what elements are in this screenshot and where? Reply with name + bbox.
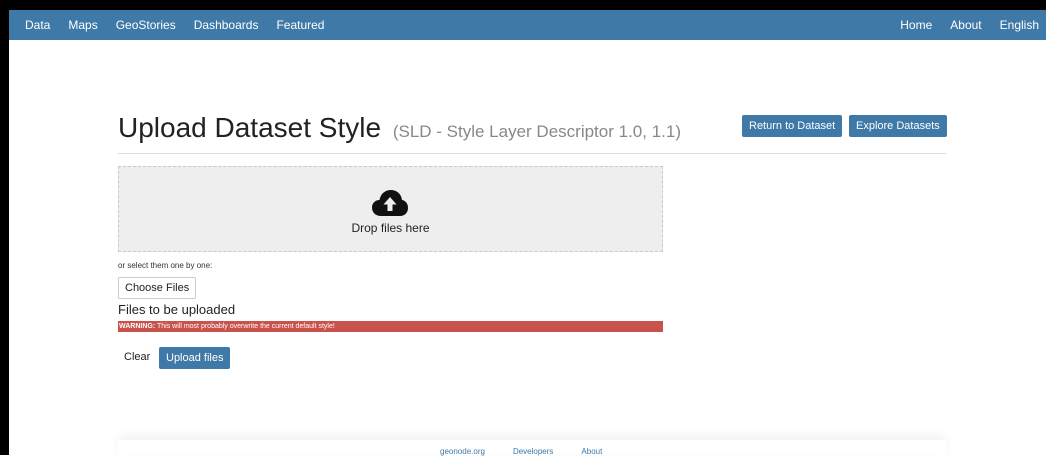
nav-left-group: Data Maps GeoStories Dashboards Featured: [9, 10, 333, 40]
window-frame-top: [0, 0, 1046, 10]
return-to-dataset-button[interactable]: Return to Dataset: [742, 115, 843, 137]
warning-message: This will most probably overwrite the cu…: [157, 323, 335, 330]
nav-item-home[interactable]: Home: [891, 10, 941, 40]
language-selector[interactable]: English: [991, 10, 1046, 40]
overwrite-warning: WARNING: This will most probably overwri…: [118, 321, 663, 332]
nav-item-geostories[interactable]: GeoStories: [107, 10, 185, 40]
nav-item-maps[interactable]: Maps: [59, 10, 106, 40]
file-dropzone[interactable]: Drop files here: [118, 166, 663, 252]
upload-files-button[interactable]: Upload files: [159, 347, 231, 369]
nav-right-group: Home About English: [891, 10, 1046, 40]
nav-item-about[interactable]: About: [941, 10, 990, 40]
nav-item-dashboards[interactable]: Dashboards: [185, 10, 268, 40]
window-frame-left: [0, 0, 9, 455]
top-navbar: Data Maps GeoStories Dashboards Featured…: [9, 10, 1046, 40]
select-files-hint: or select them one by one:: [118, 261, 213, 270]
title-divider: [118, 153, 946, 154]
page-title-text: Upload Dataset Style: [118, 112, 382, 143]
page-title: Upload Dataset Style (SLD - Style Layer …: [118, 112, 681, 144]
page-subtitle: (SLD - Style Layer Descriptor 1.0, 1.1): [392, 122, 681, 141]
page-footer: geonode.org Developers About: [118, 440, 946, 456]
nav-item-featured[interactable]: Featured: [267, 10, 333, 40]
nav-item-data[interactable]: Data: [9, 10, 59, 40]
cloud-upload-icon: [372, 190, 408, 216]
files-to-upload-heading: Files to be uploaded: [118, 302, 236, 317]
clear-button[interactable]: Clear: [124, 351, 150, 363]
dropzone-text: Drop files here: [351, 221, 430, 235]
explore-datasets-button[interactable]: Explore Datasets: [849, 115, 947, 137]
choose-files-button[interactable]: Choose Files: [118, 277, 197, 299]
warning-label: WARNING:: [119, 323, 156, 330]
